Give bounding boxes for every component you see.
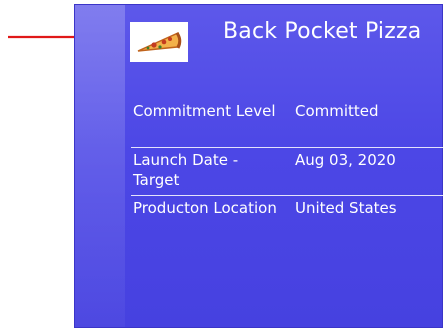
detail-label: Commitment Level: [133, 102, 276, 120]
detail-row-production-location: Producton Location United States: [131, 195, 443, 243]
card-title: Back Pocket Pizza: [223, 19, 422, 44]
detail-value: United States: [295, 199, 397, 217]
pizza-slice-icon: [137, 31, 182, 52]
card-accent-stripe: [75, 5, 125, 327]
detail-value: Committed: [295, 102, 379, 120]
detail-label: Launch Date - Target: [133, 151, 239, 189]
detail-value: Aug 03, 2020: [295, 151, 396, 169]
card-icon-tile: [130, 22, 188, 62]
detail-label: Producton Location: [133, 199, 277, 217]
detail-row-commitment-level: Commitment Level Committed: [131, 99, 443, 147]
card-details-table: Commitment Level Committed Launch Date -…: [131, 99, 443, 243]
detail-row-launch-date: Launch Date - Target Aug 03, 2020: [131, 147, 443, 195]
screenshot-stage: Back Pocket Pizza Commitment Level Commi…: [0, 0, 443, 328]
project-card[interactable]: Back Pocket Pizza Commitment Level Commi…: [74, 4, 443, 328]
